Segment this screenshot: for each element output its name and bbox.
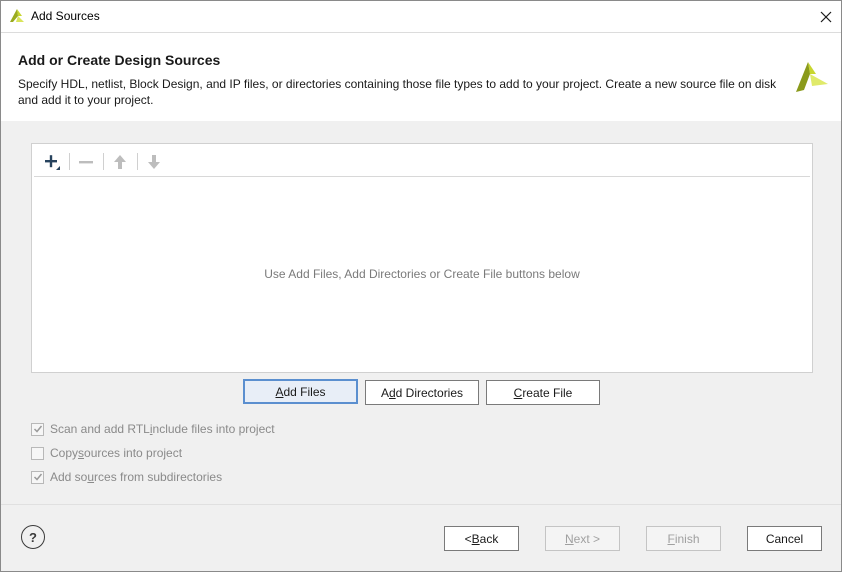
add-button[interactable] xyxy=(40,150,64,174)
button-label: < xyxy=(464,531,472,546)
move-down-icon xyxy=(148,155,160,169)
add-sources-dialog: Add Sources Add or Create Design Sources… xyxy=(0,0,842,572)
back-button[interactable]: < Back xyxy=(444,526,519,551)
source-file-list-panel: Use Add Files, Add Directories or Create… xyxy=(31,143,813,373)
mnemonic-key: A xyxy=(275,384,284,399)
option-label: rces from subdirectories xyxy=(94,470,223,484)
option-label: ources into project xyxy=(84,446,183,460)
next-button[interactable]: Next > xyxy=(545,526,620,551)
button-label: d Directories xyxy=(395,385,464,400)
toolbar-separator xyxy=(103,153,104,170)
button-label: inish xyxy=(674,531,700,546)
window-title: Add Sources xyxy=(31,9,100,23)
empty-list-message: Use Add Files, Add Directories or Create… xyxy=(264,267,580,281)
option-label: Add so xyxy=(50,470,88,484)
toolbar-separator xyxy=(137,153,138,170)
mnemonic-key: u xyxy=(87,470,95,484)
remove-button[interactable] xyxy=(74,150,98,174)
scan-rtl-include-option[interactable]: Scan and add RTL i nclude files into proj… xyxy=(31,421,275,437)
cancel-button[interactable]: Cancel xyxy=(747,526,822,551)
mnemonic-key: d xyxy=(388,385,396,400)
add-icon xyxy=(45,155,60,170)
button-label: Cancel xyxy=(765,531,804,546)
copy-sources-checkbox[interactable] xyxy=(31,446,44,460)
mnemonic-key: F xyxy=(667,531,675,546)
add-files-button[interactable]: Add Files xyxy=(243,379,358,404)
vivado-logo-icon xyxy=(10,9,24,22)
help-icon: ? xyxy=(29,529,37,545)
close-icon xyxy=(820,11,832,22)
copy-sources-option[interactable]: Copy s ources into project xyxy=(31,445,182,461)
button-label: dd Files xyxy=(283,384,326,399)
remove-icon xyxy=(79,161,93,164)
button-label: ack xyxy=(479,531,499,546)
checkmark-icon xyxy=(33,473,42,481)
finish-button[interactable]: Finish xyxy=(646,526,721,551)
button-label: ext > xyxy=(573,531,601,546)
toolbar-separator xyxy=(69,153,70,170)
mnemonic-key: C xyxy=(513,385,523,400)
create-file-button[interactable]: Create File xyxy=(486,380,600,405)
move-up-icon xyxy=(114,155,126,169)
footer-divider xyxy=(1,504,841,505)
move-up-button[interactable] xyxy=(108,150,132,174)
vivado-brand-logo-icon xyxy=(796,62,828,92)
page-description: Specify HDL, netlist, Block Design, and … xyxy=(18,77,777,107)
scan-rtl-include-checkbox[interactable] xyxy=(31,422,44,436)
add-subdirectories-option[interactable]: Add so u rces from subdirectories xyxy=(31,469,222,485)
file-list-toolbar xyxy=(34,146,810,177)
checkmark-icon xyxy=(33,425,42,433)
add-directories-button[interactable]: Add Directories xyxy=(365,380,479,405)
close-button[interactable] xyxy=(811,1,841,32)
page-header: Add or Create Design Sources Specify HDL… xyxy=(1,33,841,121)
title-bar: Add Sources xyxy=(1,1,841,33)
mnemonic-key: B xyxy=(471,531,480,546)
page-title: Add or Create Design Sources xyxy=(18,52,221,68)
option-label: nclude files into project xyxy=(152,422,275,436)
file-list[interactable]: Use Add Files, Add Directories or Create… xyxy=(34,178,810,370)
button-label: A xyxy=(380,385,389,400)
option-label: Copy xyxy=(50,446,79,460)
help-button[interactable]: ? xyxy=(21,525,45,549)
add-subdirectories-checkbox[interactable] xyxy=(31,470,44,484)
move-down-button[interactable] xyxy=(142,150,166,174)
mnemonic-key: N xyxy=(564,531,574,546)
option-label: Scan and add RTL xyxy=(50,422,150,436)
button-label: reate File xyxy=(522,385,573,400)
